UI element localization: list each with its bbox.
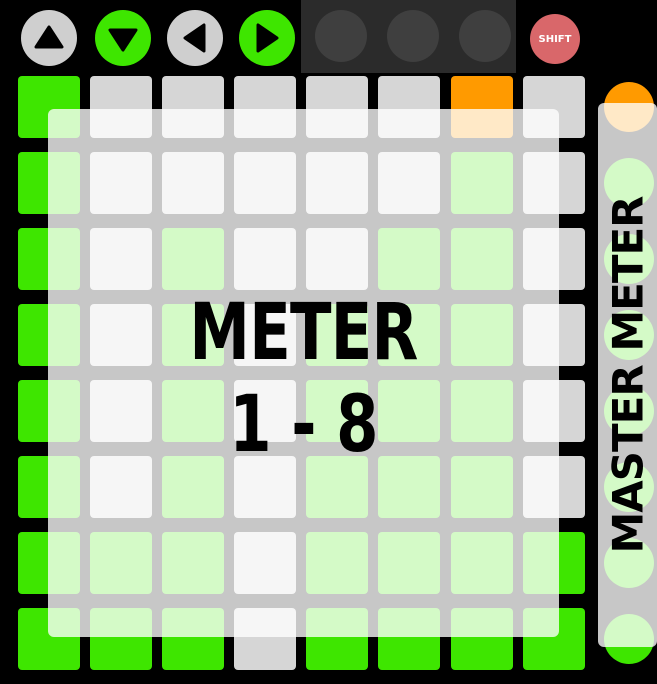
left-arrow-button[interactable] <box>167 10 223 66</box>
session-button[interactable] <box>315 10 367 62</box>
overlay-title: METER <box>189 288 418 378</box>
down-arrow-button[interactable] <box>95 10 151 66</box>
unlit-button-panel <box>301 0 516 73</box>
right-arrow-button[interactable] <box>239 10 295 66</box>
shift-button[interactable]: SHIFT <box>530 14 580 64</box>
user2-button[interactable] <box>459 10 511 62</box>
left-arrow-icon <box>183 23 206 53</box>
down-arrow-icon <box>108 28 138 52</box>
user1-button[interactable] <box>387 10 439 62</box>
master-meter-label: MASTER METER <box>603 196 653 554</box>
up-arrow-icon <box>34 25 64 49</box>
right-arrow-icon <box>256 23 279 53</box>
up-arrow-button[interactable] <box>21 10 77 66</box>
overlay-subtitle: 1 - 8 <box>229 380 378 470</box>
